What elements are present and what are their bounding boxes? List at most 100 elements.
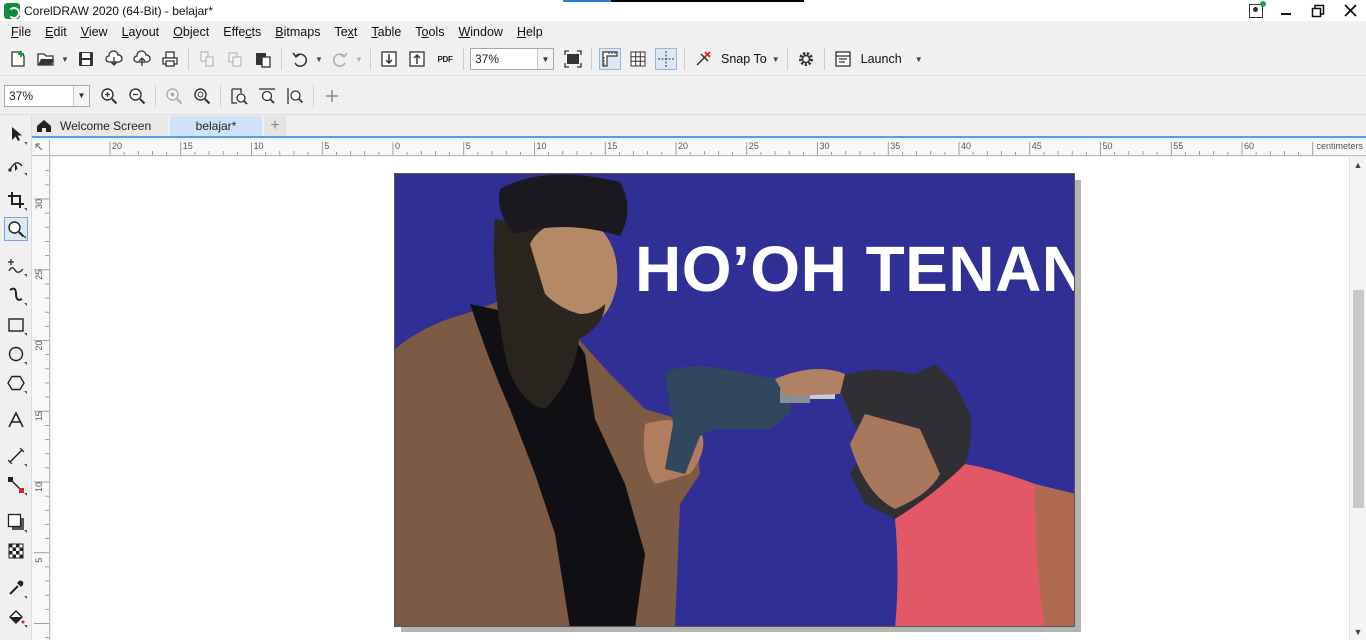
import-button[interactable] (378, 48, 400, 70)
meme-caption-text[interactable]: HO’OH TENAN (635, 232, 1074, 306)
eyedropper-tool[interactable] (4, 576, 28, 600)
launch-dropdown-caret[interactable]: ▼ (914, 48, 924, 70)
property-zoom-dropdown-icon[interactable]: ▼ (73, 85, 89, 106)
drop-shadow-icon (7, 513, 24, 530)
zoom-tool[interactable] (4, 217, 28, 241)
property-bar: 37% ▼ (0, 77, 1366, 115)
minimize-icon (1281, 12, 1291, 15)
redo-button[interactable] (329, 48, 351, 70)
gear-icon (798, 52, 813, 66)
interactive-fill-tool[interactable] (4, 605, 28, 629)
menu-view[interactable]: View (74, 21, 115, 43)
pick-tool[interactable] (4, 122, 28, 146)
menu-edit[interactable]: Edit (38, 21, 74, 43)
launch-button[interactable]: Launch (857, 52, 906, 66)
account-button[interactable] (1242, 0, 1270, 21)
menu-window[interactable]: Window (451, 21, 509, 43)
paste-icon (256, 53, 271, 68)
tab-document-label: belajar* (195, 119, 237, 133)
zoom-in-button[interactable] (98, 85, 120, 107)
horizontal-ruler[interactable]: 20 15 10 5 0 5 10 15 20 25 30 35 40 45 50 55 60 centimet… (50, 140, 1366, 156)
open-button[interactable] (35, 48, 57, 70)
property-zoom-value[interactable]: 37% (5, 89, 73, 103)
show-rulers-button[interactable] (599, 48, 621, 70)
eyedropper-icon (9, 580, 24, 595)
standard-toolbar: ▼ ▼ ▼ PDF 37% ▼ Snap To ▼ Launch ▼ (0, 43, 1366, 76)
zoom-level-combo[interactable]: 37% ▼ (470, 48, 554, 70)
add-tab-button[interactable]: + (264, 116, 286, 136)
property-zoom-combo[interactable]: 37% ▼ (4, 84, 90, 107)
zoom-page-width-icon (259, 87, 275, 104)
options-button[interactable] (795, 48, 817, 70)
ruler-label: 40 (961, 141, 971, 151)
text-tool[interactable] (4, 408, 28, 432)
polygon-tool[interactable] (4, 371, 28, 395)
close-button[interactable] (1334, 0, 1366, 21)
snap-to-button[interactable]: Snap To (717, 52, 771, 66)
menu-help[interactable]: Help (510, 21, 550, 43)
drop-shadow-tool[interactable] (4, 510, 28, 534)
tab-welcome-screen[interactable]: Welcome Screen (32, 116, 168, 136)
pointer-icon (12, 127, 22, 141)
copy-button[interactable] (224, 48, 246, 70)
zoom-to-page-width-button[interactable] (256, 85, 278, 107)
document-page[interactable]: HO’OH TENAN (394, 173, 1075, 627)
undo-button[interactable] (289, 48, 311, 70)
transparency-tool[interactable] (4, 539, 28, 563)
launch-icon-button[interactable] (832, 48, 854, 70)
rectangle-tool[interactable] (4, 313, 28, 337)
menu-text[interactable]: Text (327, 21, 364, 43)
undo-dropdown-caret[interactable]: ▼ (314, 48, 324, 70)
full-screen-icon (564, 50, 582, 68)
connector-tool[interactable] (4, 473, 28, 497)
menu-table[interactable]: Table (364, 21, 408, 43)
show-grid-button[interactable] (627, 48, 649, 70)
snap-to-dropdown-caret[interactable]: ▼ (771, 48, 781, 70)
ellipse-tool[interactable] (4, 342, 28, 366)
vertical-ruler[interactable]: 30 25 20 15 10 5 (32, 156, 50, 640)
parallel-dimension-tool[interactable] (4, 444, 28, 468)
vertical-scrollbar[interactable]: ▲ ▼ (1349, 157, 1366, 640)
artistic-media-tool[interactable] (4, 283, 28, 307)
menu-bitmaps[interactable]: Bitmaps (268, 21, 327, 43)
connector-icon (8, 477, 24, 493)
cloud-import-button[interactable] (103, 48, 125, 70)
menu-effects[interactable]: Effects (216, 21, 268, 43)
full-screen-preview-button[interactable] (562, 48, 584, 70)
menu-object[interactable]: Object (166, 21, 216, 43)
shape-tool[interactable] (4, 153, 28, 177)
freehand-tool[interactable] (4, 254, 28, 278)
add-property-button[interactable] (321, 85, 343, 107)
minimize-button[interactable] (1270, 0, 1302, 21)
open-dropdown-caret[interactable]: ▼ (60, 48, 70, 70)
menu-file[interactable]: File (4, 21, 38, 43)
new-document-button[interactable] (7, 48, 29, 70)
scroll-down-icon[interactable]: ▼ (1350, 624, 1366, 640)
zoom-to-all-objects-button[interactable] (191, 85, 213, 107)
print-button[interactable] (159, 48, 181, 70)
tab-document[interactable]: belajar* (170, 116, 262, 136)
save-button[interactable] (75, 48, 97, 70)
toolbar-separator (220, 84, 221, 107)
scroll-up-icon[interactable]: ▲ (1350, 157, 1366, 173)
restore-button[interactable] (1302, 0, 1334, 21)
zoom-out-button[interactable] (126, 85, 148, 107)
menu-tools[interactable]: Tools (408, 21, 451, 43)
cloud-export-button[interactable] (131, 48, 153, 70)
show-guidelines-button[interactable] (655, 48, 677, 70)
zoom-to-selected-button[interactable] (163, 85, 185, 107)
zoom-level-dropdown-icon[interactable]: ▼ (537, 49, 553, 69)
snap-off-button[interactable] (692, 48, 714, 70)
paste-button[interactable] (252, 48, 274, 70)
export-button[interactable] (406, 48, 428, 70)
redo-dropdown-caret[interactable]: ▼ (354, 48, 364, 70)
cut-button[interactable] (196, 48, 218, 70)
zoom-to-page-height-button[interactable] (284, 85, 306, 107)
zoom-to-page-button[interactable] (228, 85, 250, 107)
publish-pdf-button[interactable]: PDF (434, 48, 456, 70)
zoom-level-value[interactable]: 37% (471, 52, 537, 66)
crop-tool[interactable] (4, 188, 28, 212)
ruler-origin[interactable] (32, 140, 50, 156)
menu-layout[interactable]: Layout (115, 21, 167, 43)
scrollbar-thumb[interactable] (1353, 290, 1364, 508)
